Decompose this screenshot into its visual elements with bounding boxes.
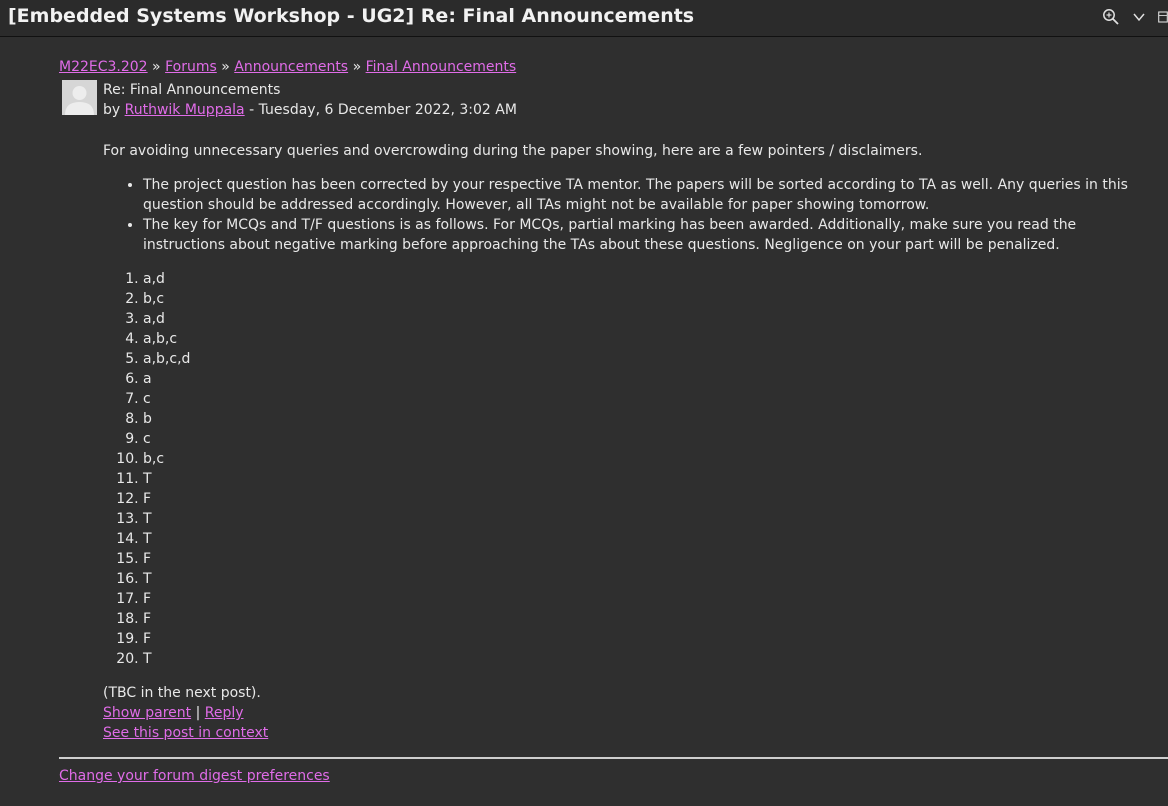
answer-item: a,b,c xyxy=(143,329,1153,349)
breadcrumb-separator: » xyxy=(352,59,362,75)
answer-item: T xyxy=(143,649,1153,669)
panel-icon[interactable] xyxy=(1158,8,1168,26)
show-parent-link[interactable]: Show parent xyxy=(103,705,191,721)
user-silhouette-icon xyxy=(62,80,97,115)
answer-item: a,b,c,d xyxy=(143,349,1153,369)
by-label: by xyxy=(103,102,121,118)
list-item: The project question has been corrected … xyxy=(143,175,1153,215)
answer-item: F xyxy=(143,609,1153,629)
reply-link[interactable]: Reply xyxy=(205,705,244,721)
breadcrumb: M22EC3.202 » Forums » Announcements » Fi… xyxy=(59,57,516,77)
answer-item: T xyxy=(143,509,1153,529)
answer-item: b xyxy=(143,409,1153,429)
post-date: Tuesday, 6 December 2022, 3:02 AM xyxy=(258,102,517,118)
author-link[interactable]: Ruthwik Muppala xyxy=(125,102,245,118)
breadcrumb-discussion-link[interactable]: Final Announcements xyxy=(366,59,517,75)
breadcrumb-course-link[interactable]: M22EC3.202 xyxy=(59,59,148,75)
breadcrumb-announcements-link[interactable]: Announcements xyxy=(234,59,348,75)
answer-item: F xyxy=(143,549,1153,569)
post-body: For avoiding unnecessary queries and ove… xyxy=(103,141,1153,743)
list-item: The key for MCQs and T/F questions is as… xyxy=(143,215,1153,255)
answer-item: b,c xyxy=(143,449,1153,469)
breadcrumb-separator: » xyxy=(221,59,230,75)
answer-item: c xyxy=(143,429,1153,449)
header-toolbar xyxy=(1102,6,1168,28)
post-intro: For avoiding unnecessary queries and ove… xyxy=(103,143,923,159)
digest-preferences-link[interactable]: Change your forum digest preferences xyxy=(59,768,330,784)
answer-item: a,d xyxy=(143,309,1153,329)
answer-item: a,d xyxy=(143,269,1153,289)
see-in-context-link[interactable]: See this post in context xyxy=(103,725,268,741)
answer-item: T xyxy=(143,469,1153,489)
post-subject: Re: Final Announcements xyxy=(103,82,281,98)
window-title: [Embedded Systems Workshop - UG2] Re: Fi… xyxy=(8,5,695,27)
continuation-note: (TBC in the next post). xyxy=(103,685,261,701)
breadcrumb-separator: » xyxy=(152,59,161,75)
zoom-icon[interactable] xyxy=(1102,8,1120,26)
post-actions: Show parent | Reply xyxy=(103,703,1153,723)
avatar[interactable] xyxy=(62,80,97,115)
answer-item: c xyxy=(143,389,1153,409)
answer-item: a xyxy=(143,369,1153,389)
date-separator: - xyxy=(249,102,255,118)
divider xyxy=(59,757,1168,759)
chevron-down-icon[interactable] xyxy=(1130,8,1148,26)
answer-item: T xyxy=(143,569,1153,589)
breadcrumb-forums-link[interactable]: Forums xyxy=(165,59,217,75)
post-header: Re: Final Announcements by Ruthwik Muppa… xyxy=(103,80,517,120)
answer-item: F xyxy=(143,489,1153,509)
window-header: [Embedded Systems Workshop - UG2] Re: Fi… xyxy=(0,0,1168,37)
answer-item: T xyxy=(143,529,1153,549)
message-content: M22EC3.202 » Forums » Announcements » Fi… xyxy=(0,38,1168,806)
digest-preferences: Change your forum digest preferences xyxy=(59,766,330,786)
pointer-list: The project question has been corrected … xyxy=(103,175,1153,255)
answer-item: b,c xyxy=(143,289,1153,309)
post-byline: by Ruthwik Muppala - Tuesday, 6 December… xyxy=(103,100,517,120)
answer-item: F xyxy=(143,629,1153,649)
answer-key-list: a,d b,c a,d a,b,c a,b,c,d a c b c b,c T … xyxy=(103,269,1153,669)
answer-item: F xyxy=(143,589,1153,609)
action-separator: | xyxy=(195,705,201,721)
